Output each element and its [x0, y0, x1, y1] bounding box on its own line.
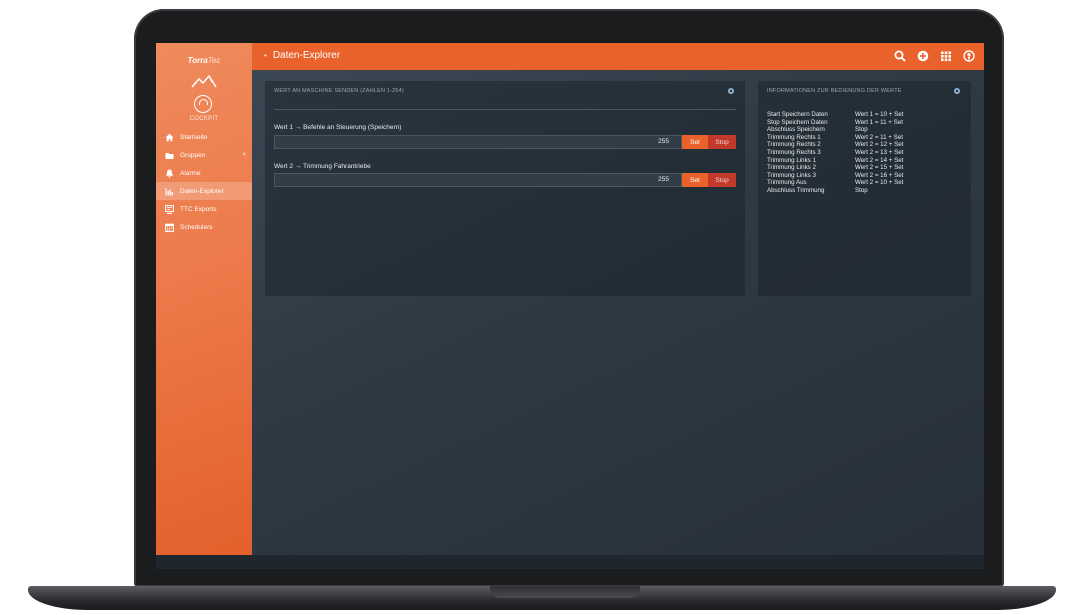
wert-1-row: 255 Set Stop [274, 135, 736, 149]
sidebar-item-label: Gruppen [180, 151, 206, 159]
chevron-left-icon: < [242, 152, 246, 158]
sidebar-item-schedulers[interactable]: Schedulers [156, 218, 252, 236]
add-icon[interactable] [916, 49, 930, 63]
info-value: Stop [855, 186, 868, 194]
sidebar-item-alarme[interactable]: Alarme [156, 164, 252, 182]
calendar-icon [165, 223, 174, 232]
wert-1-set-button[interactable]: Set [682, 135, 708, 149]
divider [274, 109, 736, 110]
info-list: Start Speichern Daten Wert 1 = 10 + Set S… [767, 111, 903, 195]
sidebar-item-startseite[interactable]: Startseite [156, 128, 252, 146]
gear-icon[interactable] [953, 87, 961, 95]
mountain-logo-icon [191, 74, 217, 88]
wert-2-set-button[interactable]: Set [682, 173, 708, 187]
info-key: Trimmung Links 1 [767, 156, 816, 164]
info-key: Start Speichern Daten [767, 111, 828, 118]
top-bar: • Daten-Explorer [252, 43, 984, 70]
bullet-icon: • [264, 51, 267, 60]
sidebar-item-gruppen[interactable]: Gruppen < [156, 146, 252, 164]
sidebar: TorraTec COCKPIT Startseite Gruppen < Al… [156, 43, 252, 555]
info-value: Wert 2 = 10 + Set [855, 179, 904, 187]
cockpit-label: COCKPIT [189, 116, 219, 122]
info-row: Start Speichern Daten Wert 1 = 10 + Set [767, 111, 903, 119]
bell-icon [165, 169, 174, 178]
info-value: Wert 2 = 14 + Set [855, 156, 904, 164]
info-key: Trimmung Rechts 1 [767, 133, 821, 141]
brand-logo[interactable]: TorraTec [156, 56, 252, 65]
footer-strip [156, 555, 984, 569]
page-title: • Daten-Explorer [264, 50, 340, 61]
export-icon [165, 204, 174, 214]
wert-2-label: Wert 2 → Trimmung Fahrantriebe [274, 163, 371, 170]
wert-2-input[interactable]: 255 [274, 173, 682, 187]
sidebar-item-label: Alarme [180, 169, 201, 177]
user-icon[interactable] [962, 49, 976, 63]
info-value: Wert 2 = 16 + Set [855, 171, 904, 179]
panel-title: WERT AN MASCHINE SENDEN (ZAHLEN 1-254) [274, 88, 404, 94]
brand-logo-sub: Tec [207, 56, 221, 65]
laptop-notch [490, 586, 640, 598]
gear-icon[interactable] [727, 87, 735, 95]
home-icon [165, 133, 174, 142]
info-key: Trimmung Links 3 [767, 171, 816, 179]
info-value: Stop [855, 126, 868, 134]
sidebar-item-label: Daten-Explorer [180, 187, 224, 195]
info-key: Abschluss Speichern [767, 126, 825, 134]
info-value: Wert 2 = 11 + Set [855, 133, 903, 141]
info-key: Trimmung Rechts 3 [767, 148, 821, 156]
apps-grid-icon[interactable] [939, 49, 953, 63]
main-content: WERT AN MASCHINE SENDEN (ZAHLEN 1-254) W… [252, 70, 984, 555]
panel-title: INFORMATIONEN ZUR BEDIENUNG DER WERTE [767, 88, 902, 94]
info-value: Wert 1 = 11 + Set [855, 118, 903, 126]
info-key: Abschluss Trimmung [767, 186, 825, 194]
sidebar-item-label: Startseite [180, 133, 208, 141]
bar-chart-icon [165, 187, 174, 196]
info-row: Trimmung Rechts 3 Wert 2 = 13 + Set [767, 149, 903, 157]
info-value: Wert 2 = 15 + Set [855, 164, 904, 172]
info-key: Trimmung Rechts 2 [767, 141, 821, 149]
wert-2-stop-button[interactable]: Stop [708, 173, 736, 187]
info-row: Trimmung Rechts 2 Wert 2 = 12 + Set [767, 141, 903, 149]
wert-1-label: Wert 1 → Befehle an Steuerung (Speichern… [274, 124, 402, 131]
cockpit-gauge-icon[interactable] [194, 95, 212, 113]
info-row: Abschluss Trimmung Stop [767, 187, 903, 195]
info-value: Wert 2 = 13 + Set [855, 148, 904, 156]
info-row: Trimmung Links 2 Wert 2 = 15 + Set [767, 164, 903, 172]
info-row: Trimmung Links 3 Wert 2 = 16 + Set [767, 172, 903, 180]
info-value: Wert 1 = 10 + Set [855, 111, 904, 118]
folder-icon [165, 151, 174, 160]
info-value: Wert 2 = 12 + Set [855, 141, 904, 149]
info-row: Abschluss Speichern Stop [767, 126, 903, 134]
page-title-text: Daten-Explorer [272, 50, 341, 61]
sidebar-nav: Startseite Gruppen < Alarme Daten-Explor… [156, 128, 252, 236]
info-key: Trimmung Aus [767, 179, 807, 187]
info-key: Trimmung Links 2 [767, 164, 816, 172]
info-row: Trimmung Links 1 Wert 2 = 14 + Set [767, 157, 903, 165]
info-row: Trimmung Aus Wert 2 = 10 + Set [767, 179, 903, 187]
search-icon[interactable] [893, 49, 907, 63]
topbar-actions [893, 49, 976, 63]
sidebar-item-label: TTC Exports [180, 205, 217, 213]
info-row: Stop Speichern Daten Wert 1 = 11 + Set [767, 119, 903, 127]
wert-1-input[interactable]: 255 [274, 135, 682, 149]
screen: TorraTec COCKPIT Startseite Gruppen < Al… [156, 43, 984, 569]
sidebar-item-daten-explorer[interactable]: Daten-Explorer [156, 182, 252, 200]
wert-1-stop-button[interactable]: Stop [708, 135, 736, 149]
info-row: Trimmung Rechts 1 Wert 2 = 11 + Set [767, 134, 903, 142]
info-key: Stop Speichern Daten [767, 118, 828, 126]
wert-2-row: 255 Set Stop [274, 173, 736, 187]
sidebar-item-label: Schedulers [180, 223, 213, 231]
info-panel: INFORMATIONEN ZUR BEDIENUNG DER WERTE St… [758, 81, 971, 296]
brand-logo-text: Torra [187, 56, 208, 65]
sidebar-item-ttc-exports[interactable]: TTC Exports [156, 200, 252, 218]
send-value-panel: WERT AN MASCHINE SENDEN (ZAHLEN 1-254) W… [265, 81, 745, 296]
